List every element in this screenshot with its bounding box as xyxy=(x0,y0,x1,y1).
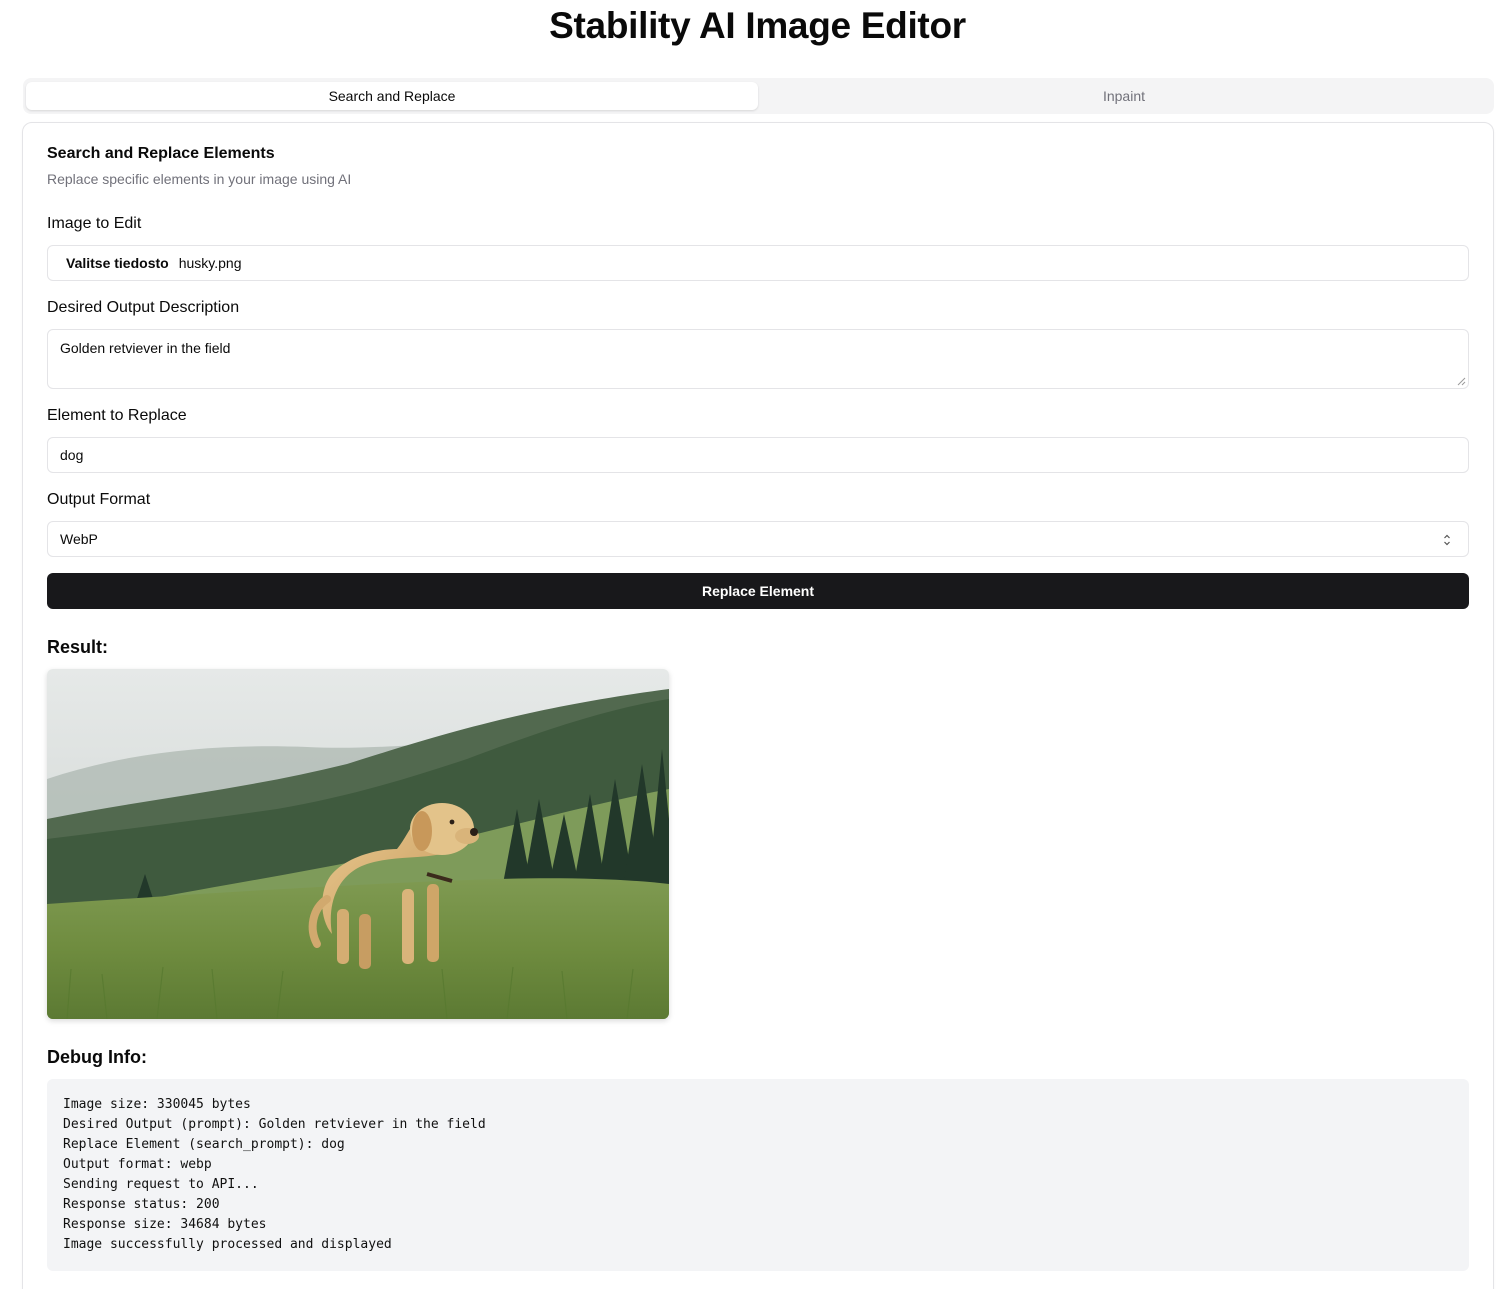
tab-list: Search and Replace Inpaint xyxy=(23,78,1494,114)
debug-line: Image size: 330045 bytes xyxy=(63,1097,251,1112)
debug-line: Sending request to API... xyxy=(63,1177,259,1192)
page-title: Stability AI Image Editor xyxy=(549,5,966,46)
debug-line: Desired Output (prompt): Golden retvieve… xyxy=(63,1117,486,1132)
debug-heading: Debug Info: xyxy=(47,1047,147,1067)
chevron-up-down-icon xyxy=(1444,534,1450,546)
output-format-value: WebP xyxy=(60,531,98,547)
debug-line: Image successfully processed and display… xyxy=(63,1237,392,1252)
debug-line: Replace Element (search_prompt): dog xyxy=(63,1137,345,1152)
debug-line: Output format: webp xyxy=(63,1157,212,1172)
result-heading: Result: xyxy=(47,637,109,657)
debug-line: Response status: 200 xyxy=(63,1197,220,1212)
output-format-label: Output Format xyxy=(47,491,151,508)
debug-line: Response size: 34684 bytes xyxy=(63,1217,267,1232)
card-description: Replace specific elements in your image … xyxy=(47,171,352,187)
element-to-replace-input[interactable]: dog xyxy=(47,437,1469,473)
selected-file-name: husky.png xyxy=(178,255,242,271)
debug-log: Image size: 330045 bytes Desired Output … xyxy=(47,1079,1469,1271)
element-to-replace-label: Element to Replace xyxy=(47,407,187,424)
image-to-edit-label: Image to Edit xyxy=(47,215,142,232)
result-image xyxy=(47,669,669,1019)
element-to-replace-value: dog xyxy=(60,447,84,463)
choose-file-button[interactable]: Valitse tiedosto xyxy=(66,255,169,271)
output-format-select[interactable]: WebP xyxy=(47,521,1469,557)
replace-element-button[interactable]: Replace Element xyxy=(47,573,1469,609)
resize-grip-icon[interactable] xyxy=(1457,377,1466,386)
desired-output-value: Golden retviever in the field xyxy=(60,340,231,356)
image-file-input[interactable]: Valitse tiedosto husky.png xyxy=(47,245,1469,281)
tab-search-and-replace[interactable]: Search and Replace xyxy=(26,82,758,110)
desired-output-textarea[interactable]: Golden retviever in the field xyxy=(47,329,1469,389)
desired-output-label: Desired Output Description xyxy=(47,299,240,316)
tab-inpaint[interactable]: Inpaint xyxy=(758,82,1490,110)
search-replace-card: Search and Replace Elements Replace spec… xyxy=(22,122,1494,1289)
card-title: Search and Replace Elements xyxy=(47,145,275,162)
